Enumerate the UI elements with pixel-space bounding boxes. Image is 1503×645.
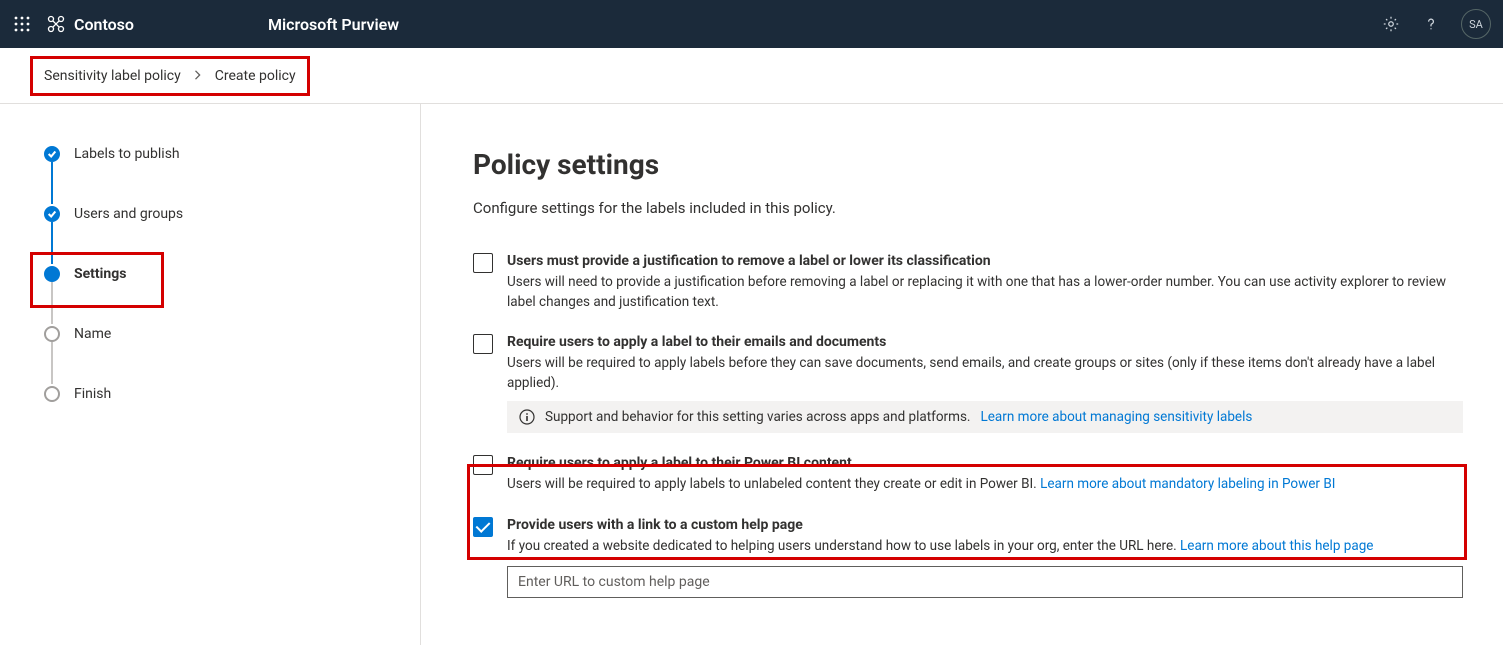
info-icon — [519, 409, 535, 425]
checkmark-icon — [44, 206, 60, 222]
step-connector — [51, 162, 53, 204]
org-logo-icon — [46, 14, 66, 34]
step-name[interactable]: Name — [44, 324, 420, 344]
option-body: Require users to apply a label to their … — [507, 334, 1463, 433]
option-desc: Users will be required to apply labels t… — [507, 475, 1335, 495]
learn-more-link[interactable]: Learn more about mandatory labeling in P… — [1040, 476, 1335, 492]
breadcrumb-current: Create policy — [215, 68, 296, 84]
settings-gear-icon[interactable] — [1381, 14, 1401, 34]
step-label: Settings — [74, 266, 126, 282]
option-require-powerbi: Require users to apply a label to their … — [473, 455, 1463, 495]
chevron-right-icon — [193, 68, 203, 84]
step-label: Name — [74, 326, 111, 342]
page-title: Policy settings — [473, 148, 1463, 181]
header-right: SA — [1381, 9, 1491, 39]
learn-more-link[interactable]: Learn more about this help page — [1180, 538, 1373, 554]
option-desc: Users will need to provide a justificati… — [507, 273, 1463, 312]
step-connector — [51, 282, 53, 324]
learn-more-link[interactable]: Learn more about managing sensitivity la… — [981, 409, 1253, 425]
option-require-email-doc: Require users to apply a label to their … — [473, 334, 1463, 433]
step-labels-to-publish[interactable]: Labels to publish — [44, 144, 420, 164]
require-email-doc-checkbox[interactable] — [473, 334, 493, 354]
product-name: Microsoft Purview — [268, 15, 399, 34]
option-desc-text: If you created a website dedicated to he… — [507, 538, 1177, 554]
option-justification: Users must provide a justification to re… — [473, 253, 1463, 312]
option-title: Require users to apply a label to their … — [507, 455, 1335, 471]
justification-checkbox[interactable] — [473, 253, 493, 273]
option-title: Require users to apply a label to their … — [507, 334, 1463, 350]
step-finish[interactable]: Finish — [44, 384, 420, 404]
option-body: Users must provide a justification to re… — [507, 253, 1463, 312]
breadcrumb-parent[interactable]: Sensitivity label policy — [44, 68, 181, 84]
option-title: Users must provide a justification to re… — [507, 253, 1463, 269]
option-body: Require users to apply a label to their … — [507, 455, 1335, 495]
require-powerbi-checkbox[interactable] — [473, 455, 493, 475]
option-desc: If you created a website dedicated to he… — [507, 537, 1463, 557]
option-desc-text: Users will be required to apply labels t… — [507, 476, 1037, 492]
info-bar: Support and behavior for this setting va… — [507, 401, 1463, 433]
help-icon[interactable] — [1421, 14, 1441, 34]
option-body: Provide users with a link to a custom he… — [507, 517, 1463, 599]
info-text: Support and behavior for this setting va… — [545, 409, 971, 425]
checkmark-icon — [44, 146, 60, 162]
step-label: Users and groups — [74, 206, 183, 222]
user-avatar[interactable]: SA — [1461, 9, 1491, 39]
step-settings[interactable]: Settings — [44, 264, 420, 284]
option-desc: Users will be required to apply labels b… — [507, 354, 1463, 393]
option-custom-help: Provide users with a link to a custom he… — [473, 517, 1463, 599]
header-left: Contoso Microsoft Purview — [12, 14, 399, 34]
step-users-and-groups[interactable]: Users and groups — [44, 204, 420, 224]
active-dot-icon — [44, 266, 60, 282]
avatar-initials: SA — [1469, 18, 1483, 31]
wizard-steps: Labels to publish Users and groups Setti… — [44, 144, 420, 404]
app-launcher-icon[interactable] — [12, 14, 32, 34]
pending-dot-icon — [44, 386, 60, 402]
option-title: Provide users with a link to a custom he… — [507, 517, 1463, 533]
org-brand[interactable]: Contoso — [46, 14, 134, 34]
step-label: Labels to publish — [74, 146, 180, 162]
pending-dot-icon — [44, 326, 60, 342]
step-connector — [51, 342, 53, 384]
app-header: Contoso Microsoft Purview SA — [0, 0, 1503, 48]
step-connector — [51, 222, 53, 264]
org-name: Contoso — [74, 15, 134, 34]
step-label: Finish — [74, 386, 111, 402]
main-layout: Labels to publish Users and groups Setti… — [0, 104, 1503, 645]
breadcrumb: Sensitivity label policy Create policy — [0, 48, 1503, 104]
page-subtitle: Configure settings for the labels includ… — [473, 199, 1463, 217]
custom-help-url-input[interactable] — [507, 566, 1463, 598]
content-pane: Policy settings Configure settings for t… — [421, 104, 1503, 645]
custom-help-checkbox[interactable] — [473, 517, 493, 537]
wizard-sidebar: Labels to publish Users and groups Setti… — [0, 104, 421, 645]
